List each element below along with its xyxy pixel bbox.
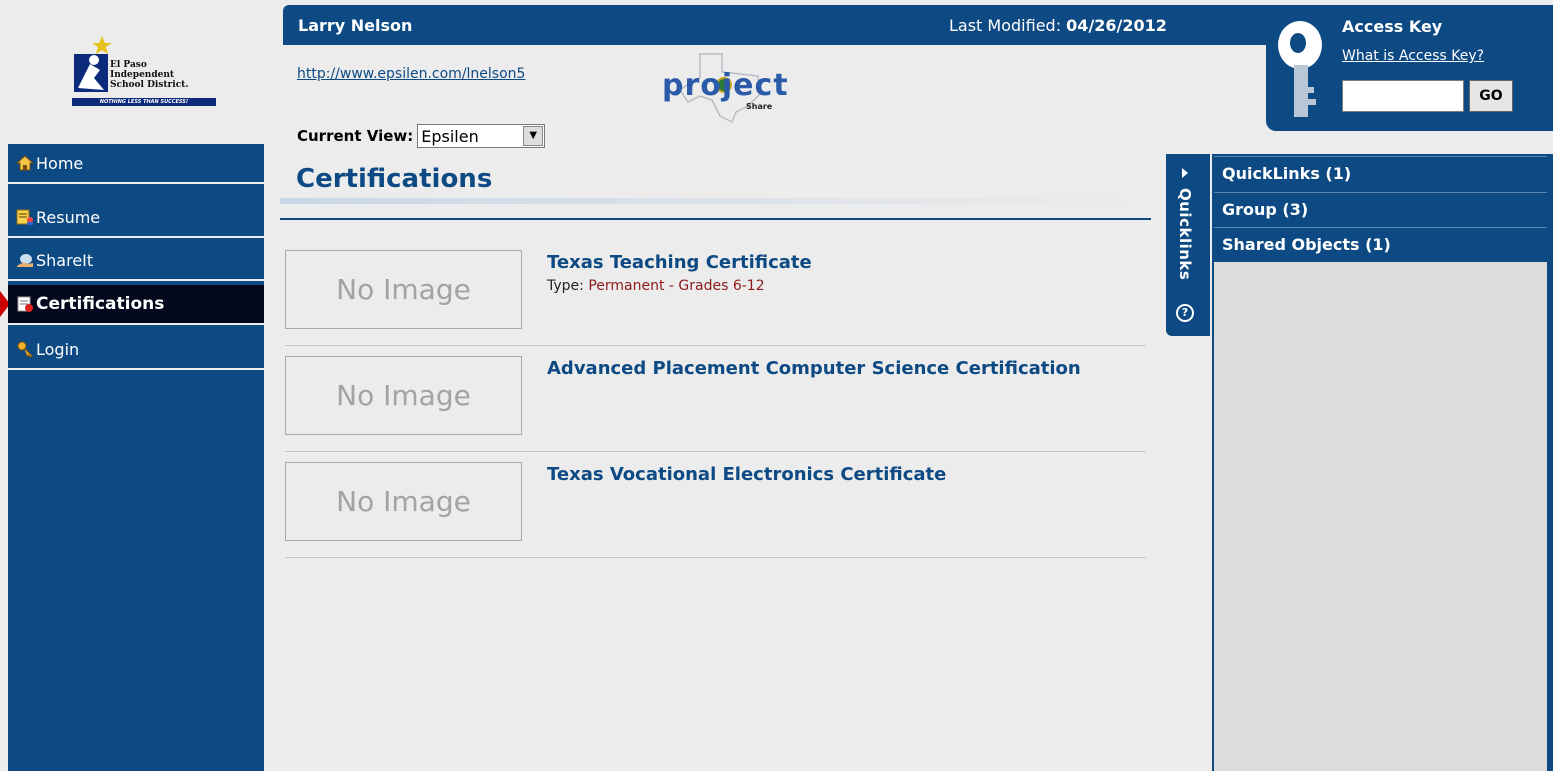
certification-type-value: Permanent - Grades 6-12 <box>588 278 765 294</box>
last-modified: Last Modified: 04/26/2012 <box>949 16 1167 35</box>
certificate-icon <box>16 295 34 313</box>
quicklinks-item[interactable]: QuickLinks (1) <box>1214 156 1547 190</box>
what-is-access-key-link[interactable]: What is Access Key? <box>1342 48 1484 64</box>
sidebar-item-label: ShareIt <box>36 250 94 270</box>
district-name-line: Independent <box>110 70 175 80</box>
certification-thumbnail: No Image <box>285 462 522 541</box>
district-name: El Paso Independent School District. <box>110 60 188 90</box>
title-divider <box>280 218 1151 220</box>
sidebar-item-label: Login <box>36 339 80 359</box>
certification-item: No Image Advanced Placement Computer Sci… <box>285 346 1146 452</box>
certification-title-link[interactable]: Texas Vocational Electronics Certificate <box>547 464 946 485</box>
certification-title-link[interactable]: Texas Teaching Certificate <box>547 252 812 273</box>
key-icon <box>16 340 34 358</box>
sidebar-nav: Home Resume ShareIt Certifications Login <box>8 144 264 771</box>
current-view-value: Epsilen <box>421 126 479 146</box>
user-name: Larry Nelson <box>298 16 413 35</box>
sidebar-item-label: Resume <box>36 207 101 227</box>
certification-item: No Image Texas Vocational Electronics Ce… <box>285 452 1146 558</box>
access-key-icon <box>1278 21 1322 117</box>
share-icon <box>16 251 34 269</box>
certification-type-label: Type: <box>547 278 584 294</box>
quicklinks-content-area <box>1214 262 1547 771</box>
profile-url-link[interactable]: http://www.epsilen.com/lnelson5 <box>297 66 525 82</box>
access-key-panel: Access Key What is Access Key? GO <box>1266 5 1553 131</box>
certification-title-link[interactable]: Advanced Placement Computer Science Cert… <box>547 358 1081 379</box>
sidebar-item-login[interactable]: Login <box>8 330 264 370</box>
project-logo-word: project <box>662 68 789 103</box>
current-view-label: Current View: <box>297 127 414 145</box>
project-logo-sub: Share <box>746 102 773 111</box>
project-share-logo: project Share <box>640 50 800 124</box>
district-name-line: El Paso <box>110 60 147 70</box>
certification-type: Type: Permanent - Grades 6-12 <box>547 278 765 294</box>
sidebar-item-label: Home <box>36 153 84 173</box>
group-item[interactable]: Group (3) <box>1214 192 1547 226</box>
help-icon[interactable]: ? <box>1176 304 1194 322</box>
district-name-line: School District. <box>110 80 189 90</box>
access-key-title: Access Key <box>1342 17 1443 36</box>
expand-arrow-icon[interactable] <box>1182 168 1188 178</box>
certification-item: No Image Texas Teaching Certificate Type… <box>285 240 1146 346</box>
go-button[interactable]: GO <box>1469 80 1513 112</box>
page-title: Certifications <box>296 164 493 194</box>
shared-objects-item[interactable]: Shared Objects (1) <box>1214 227 1547 261</box>
last-modified-date: 04/26/2012 <box>1066 16 1167 35</box>
district-logo[interactable]: El Paso Independent School District. NOT… <box>66 34 216 110</box>
quicklinks-toggle-tab[interactable]: Quicklinks ? <box>1166 154 1210 336</box>
quicklinks-panel: QuickLinks (1) Group (3) Shared Objects … <box>1212 154 1553 771</box>
district-tagline: NOTHING LESS THAN SUCCESS! <box>72 98 216 106</box>
sidebar-item-shareit[interactable]: ShareIt <box>8 241 264 281</box>
current-view: Current View: Epsilen ▼ <box>297 124 546 148</box>
sidebar-item-certifications[interactable]: Certifications <box>8 285 264 325</box>
chevron-down-icon[interactable]: ▼ <box>523 126 544 146</box>
access-key-input[interactable] <box>1342 80 1464 112</box>
certification-thumbnail: No Image <box>285 356 522 435</box>
certification-thumbnail: No Image <box>285 250 522 329</box>
home-icon <box>15 154 35 172</box>
sidebar-item-home[interactable]: Home <box>8 144 264 184</box>
sidebar-item-label: Certifications <box>36 294 165 314</box>
current-view-select[interactable]: Epsilen ▼ <box>417 124 546 148</box>
title-underline-gradient <box>280 198 1150 204</box>
resume-icon <box>16 208 34 226</box>
quicklinks-tab-label: Quicklinks <box>1176 188 1194 281</box>
last-modified-label: Last Modified: <box>949 16 1062 35</box>
sidebar-item-resume[interactable]: Resume <box>8 198 264 238</box>
